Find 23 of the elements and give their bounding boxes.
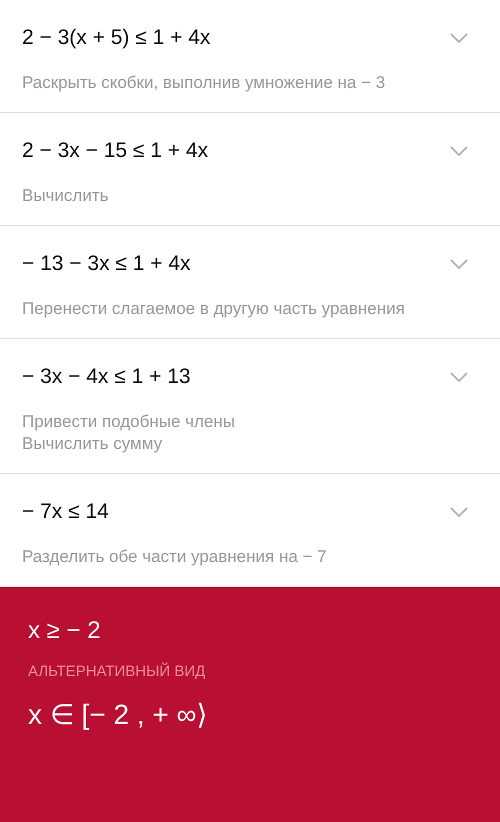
step-description: Привести подобные члены bbox=[22, 411, 236, 433]
math-expression: − 3x − 4x ≤ 1 + 13 bbox=[22, 365, 191, 389]
step-description: Вычислить bbox=[22, 185, 110, 207]
math-expression: 2 − 3x − 15 ≤ 1 + 4x bbox=[22, 139, 208, 163]
math-expression: − 7x ≤ 14 bbox=[22, 500, 109, 524]
chevron-down-icon[interactable] bbox=[450, 146, 468, 156]
chevron-down-icon[interactable] bbox=[450, 259, 468, 269]
math-expression: − 13 − 3x ≤ 1 + 4x bbox=[22, 252, 191, 276]
solution-step[interactable]: − 13 − 3x ≤ 1 + 4x Перенести слагаемое в другую часть уравнения bbox=[0, 226, 500, 339]
solution-step[interactable]: − 3x − 4x ≤ 1 + 13 Привести подобные члены Вычислить сумму bbox=[0, 339, 500, 474]
solution-step[interactable]: 2 − 3(x + 5) ≤ 1 + 4x Раскрыть скобки, выполнив умножение на − 3 bbox=[0, 0, 500, 113]
math-expression: 2 − 3(x + 5) ≤ 1 + 4x bbox=[22, 26, 210, 50]
step-description: Перенести слагаемое в другую часть уравнения bbox=[22, 298, 406, 320]
step-description: Разделить обе части уравнения на − 7 bbox=[22, 546, 328, 568]
solution-step[interactable]: 2 − 3x − 15 ≤ 1 + 4x Вычислить bbox=[0, 113, 500, 226]
chevron-down-icon[interactable] bbox=[450, 33, 468, 43]
chevron-down-icon[interactable] bbox=[450, 372, 468, 382]
step-description: Вычислить сумму bbox=[22, 433, 164, 455]
step-description: Раскрыть скобки, выполнив умножение на − 3 bbox=[22, 72, 386, 94]
chevron-down-icon[interactable] bbox=[450, 507, 468, 517]
answer-expression: x ≥ − 2 bbox=[28, 617, 101, 645]
alternative-form-label: АЛЬТЕРНАТИВНЫЙ ВИД bbox=[28, 663, 206, 680]
interval-expression: x ∈ [− 2 , + ∞⟩ bbox=[28, 698, 208, 731]
